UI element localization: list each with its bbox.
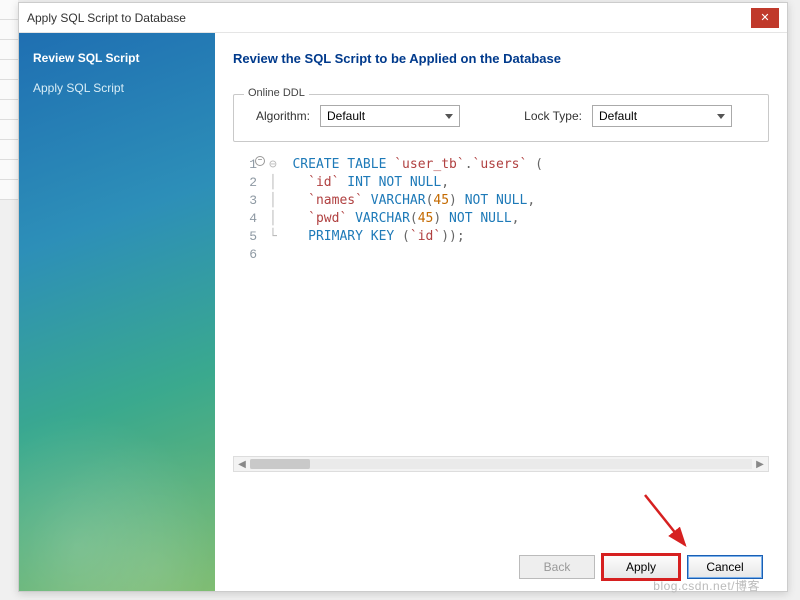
chevron-down-icon <box>717 114 725 119</box>
dialog-body: Review SQL Script Apply SQL Script Revie… <box>19 33 787 591</box>
dialog-window: Apply SQL Script to Database ✕ Review SQ… <box>18 2 788 592</box>
lock-type-select[interactable]: Default <box>592 105 732 127</box>
sql-editor[interactable]: 123456 − ⊖ CREATE TABLE `user_tb`.`users… <box>233 152 769 452</box>
window-title: Apply SQL Script to Database <box>27 11 751 25</box>
scroll-left-icon[interactable]: ◀ <box>234 459 250 470</box>
titlebar: Apply SQL Script to Database ✕ <box>19 3 787 33</box>
cancel-button[interactable]: Cancel <box>687 555 763 579</box>
apply-button[interactable]: Apply <box>603 555 679 579</box>
fold-guide: ⊖ <box>269 157 292 172</box>
dialog-buttons: Back Apply Cancel <box>233 535 769 583</box>
editor-code[interactable]: − ⊖ CREATE TABLE `user_tb`.`users` ( │ `… <box>265 152 769 452</box>
scroll-track[interactable] <box>250 459 752 469</box>
algorithm-label: Algorithm: <box>248 109 310 123</box>
algorithm-select[interactable]: Default <box>320 105 460 127</box>
lock-type-value: Default <box>599 109 637 123</box>
sidebar-step-apply[interactable]: Apply SQL Script <box>19 73 215 103</box>
horizontal-scrollbar[interactable]: ◀ ▶ <box>233 456 769 472</box>
online-ddl-row: Algorithm: Default Lock Type: Default <box>248 105 754 127</box>
main-panel: Review the SQL Script to be Applied on t… <box>215 33 787 591</box>
online-ddl-group: Online DDL Algorithm: Default Lock Type:… <box>233 94 769 142</box>
online-ddl-legend: Online DDL <box>244 87 309 99</box>
editor-gutter: 123456 <box>233 152 265 452</box>
close-icon: ✕ <box>760 11 769 24</box>
background-grid <box>0 0 18 600</box>
chevron-down-icon <box>445 114 453 119</box>
sidebar-step-review[interactable]: Review SQL Script <box>19 43 215 73</box>
page-heading: Review the SQL Script to be Applied on t… <box>233 51 769 66</box>
fold-icon[interactable]: − <box>255 156 265 166</box>
close-button[interactable]: ✕ <box>751 8 779 28</box>
scroll-thumb[interactable] <box>250 459 310 469</box>
algorithm-value: Default <box>327 109 365 123</box>
scroll-right-icon[interactable]: ▶ <box>752 459 768 470</box>
lock-type-label: Lock Type: <box>514 109 582 123</box>
back-button: Back <box>519 555 595 579</box>
wizard-sidebar: Review SQL Script Apply SQL Script <box>19 33 215 591</box>
